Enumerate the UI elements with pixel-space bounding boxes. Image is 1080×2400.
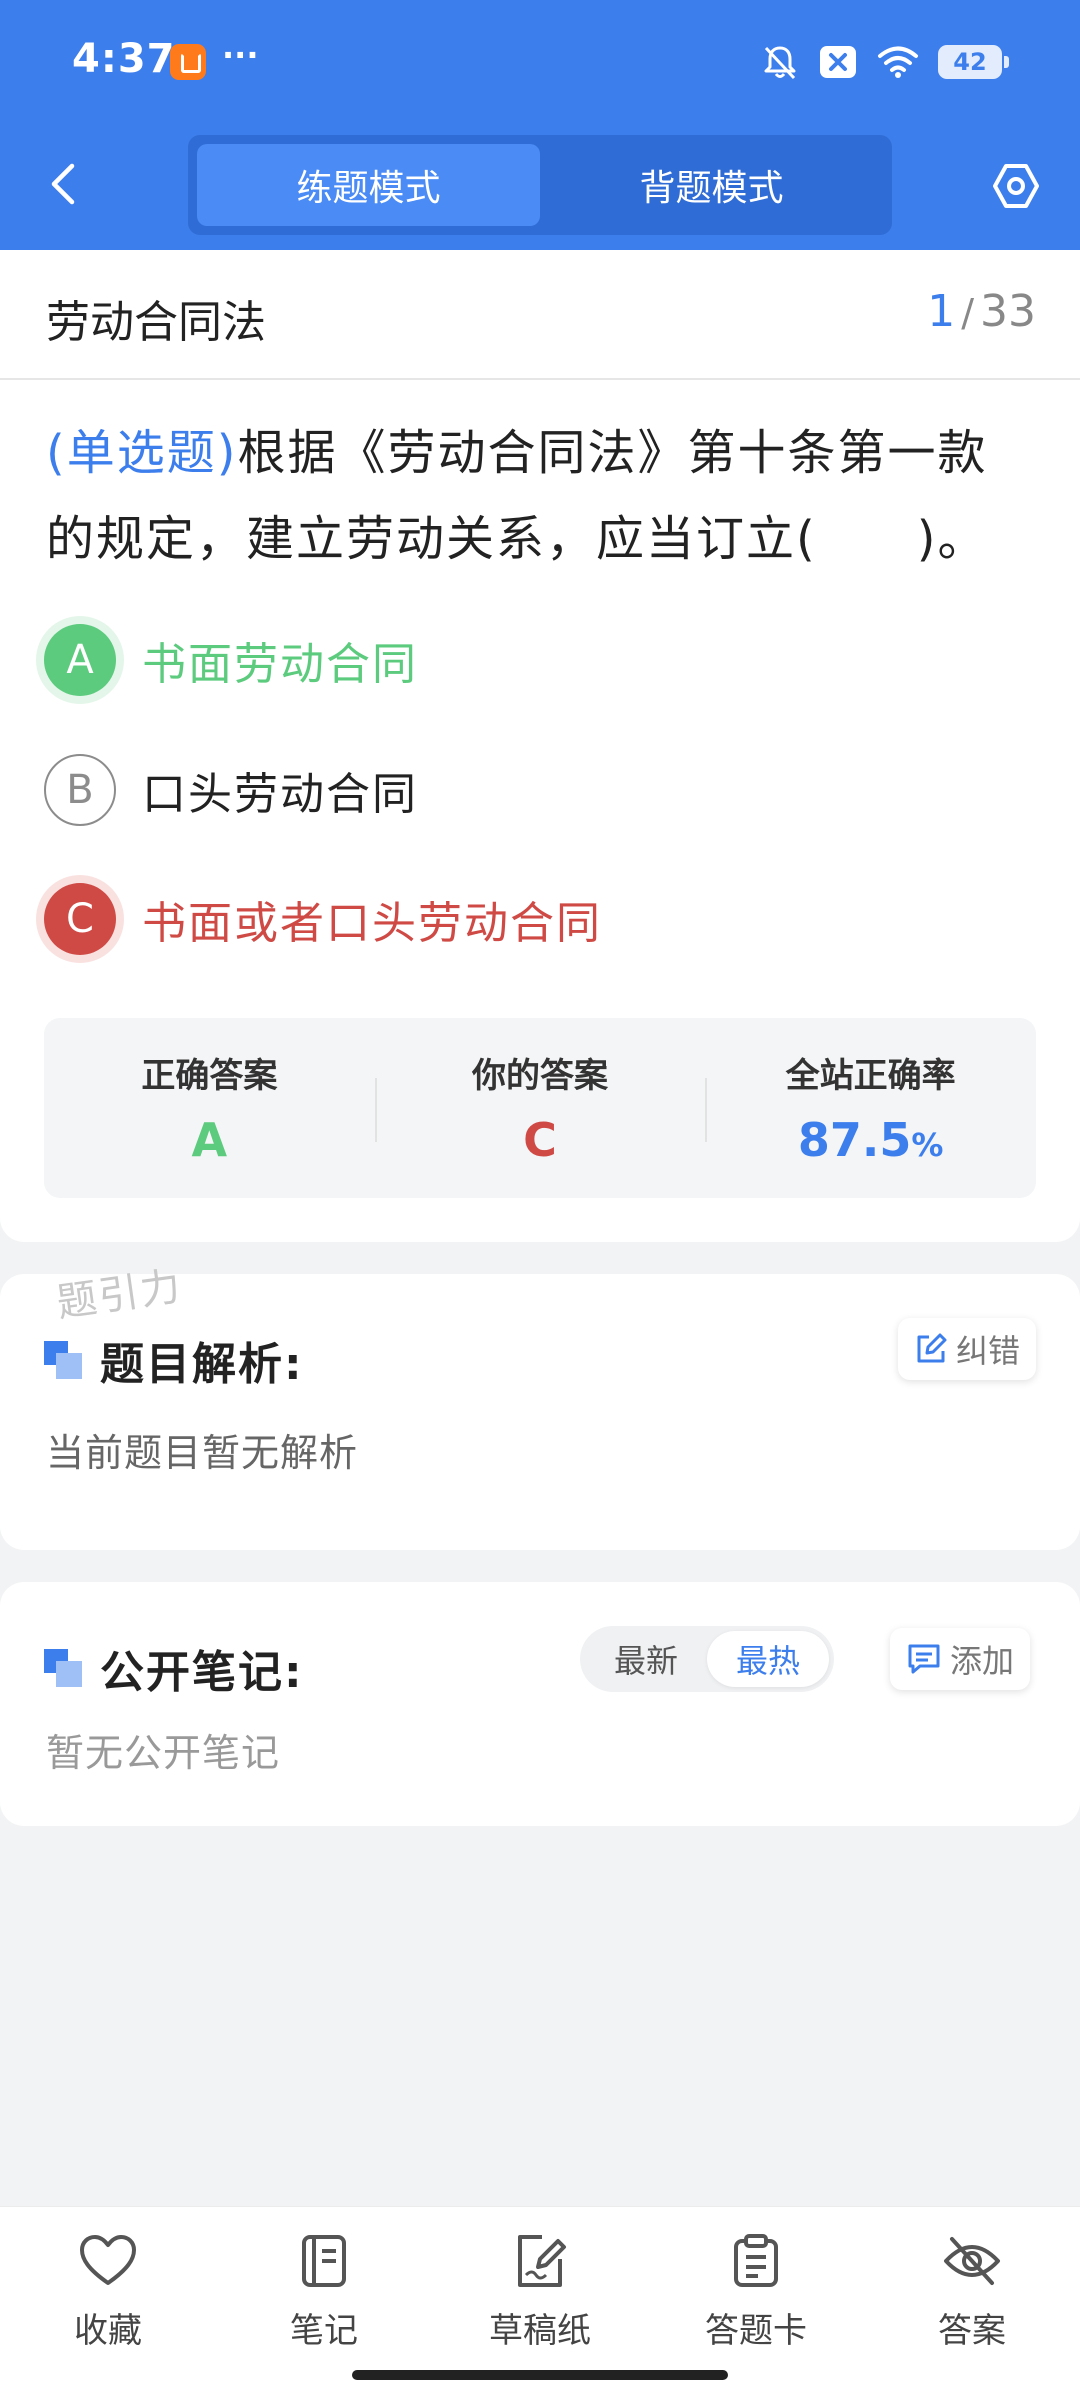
chapter-title: 劳动合同法 [46,297,266,348]
battery-icon: 42 [938,45,1009,79]
option-text: 书面或者口头劳动合同 [142,898,602,949]
nav-label: 草稿纸 [489,2311,591,2351]
report-error-label: 纠错 [956,1332,1021,1370]
draft-paper-icon [518,2235,566,2287]
question-card: 劳动合同法 1/33 (单选题)根据《劳动合同法》第十条第一款的规定，建立劳动关… [0,250,1080,1242]
option-letter: C [44,883,116,955]
progress-separator: / [961,291,974,335]
eye-off-icon [944,2237,1000,2285]
option-a[interactable]: A 书面劳动合同 [44,620,418,700]
app-notification-icon [170,44,206,80]
option-letter: A [44,624,116,696]
correct-answer-value: A [191,1113,228,1167]
your-answer-stat: 你的答案 C [374,1018,706,1198]
home-indicator[interactable] [352,2370,728,2380]
status-icons: 42 [760,40,1009,84]
analysis-empty-text: 当前题目暂无解析 [46,1431,359,1475]
accuracy-rate-stat: 全站正确率 87.5% [705,1018,1036,1198]
wifi-icon [878,46,918,78]
current-question-number: 1 [927,286,956,337]
back-arrow-icon[interactable] [44,160,84,208]
question-title-row: 劳动合同法 1/33 [0,250,1080,380]
more-notifications-icon: ··· [222,36,259,74]
favorite-button[interactable]: 收藏 [28,2233,188,2352]
answer-card-icon [734,2234,778,2287]
analysis-header: 题目解析: [44,1328,304,1392]
question-text: (单选题)根据《劳动合同法》第十条第一款的规定，建立劳动关系，应当订立( )。 [46,410,1036,582]
nav-label: 收藏 [74,2311,142,2351]
tab-practice-mode[interactable]: 练题模式 [197,144,540,226]
top-app-bar: 4:37 ··· 42 练题模式 背题模式 [0,0,1080,250]
notebook-icon [302,2235,346,2287]
heart-icon [80,2235,136,2285]
nav-label: 笔记 [290,2311,358,2351]
answer-card-button[interactable]: 答题卡 [676,2233,836,2352]
option-letter: B [44,754,116,826]
add-note-button[interactable]: 添加 [890,1628,1031,1690]
option-b[interactable]: B 口头劳动合同 [44,750,418,830]
option-text: 书面劳动合同 [142,639,418,690]
your-answer-value: C [523,1113,557,1167]
notes-empty-text: 暂无公开笔记 [46,1731,281,1775]
add-note-label: 添加 [950,1642,1015,1680]
draft-paper-button[interactable]: 草稿纸 [460,2233,620,2352]
sort-latest-button[interactable]: 最新 [585,1631,707,1687]
status-time: 4:37 [72,36,176,82]
bell-off-icon [764,46,796,80]
stat-label: 正确答案 [141,1056,278,1096]
stat-label: 你的答案 [472,1056,608,1096]
toggle-answer-button[interactable]: 答案 [892,2233,1052,2352]
notes-title: 公开笔记: [100,1647,304,1698]
analysis-title: 题目解析: [100,1339,304,1390]
section-squares-icon [44,1341,82,1379]
analysis-card: 题目解析: 纠错 当前题目暂无解析 [0,1274,1080,1550]
section-squares-icon [44,1649,82,1687]
edit-icon [917,1333,947,1363]
notes-button[interactable]: 笔记 [244,2233,404,2352]
report-error-button[interactable]: 纠错 [898,1318,1037,1380]
accuracy-rate-unit: % [911,1126,944,1164]
option-text: 口头劳动合同 [142,769,418,820]
settings-hexagon-icon[interactable] [990,160,1042,212]
correct-answer-stat: 正确答案 A [44,1018,375,1198]
nav-label: 答题卡 [705,2311,807,2351]
mode-switch: 练题模式 背题模式 [188,135,892,235]
public-notes-card: 公开笔记: 最新 最热 添加 暂无公开笔记 [0,1582,1080,1826]
sort-hottest-button[interactable]: 最热 [707,1631,829,1687]
tab-review-mode[interactable]: 背题模式 [540,144,883,226]
nav-label: 答案 [938,2311,1006,2351]
total-question-count: 33 [980,286,1036,337]
question-type: (单选题) [46,425,238,481]
comment-icon [908,1644,940,1674]
answer-stats: 正确答案 A 你的答案 C 全站正确率 87.5% [44,1018,1036,1198]
accuracy-rate-number: 87.5 [797,1113,912,1167]
stat-label: 全站正确率 [785,1056,956,1096]
accuracy-rate-value: 87.5% [798,1113,944,1167]
no-sim-icon [820,46,856,78]
notes-header: 公开笔记: [44,1636,304,1700]
notes-sort-toggle: 最新 最热 [580,1626,834,1692]
option-c[interactable]: C 书面或者口头劳动合同 [44,879,602,959]
question-progress: 1/33 [927,286,1036,337]
